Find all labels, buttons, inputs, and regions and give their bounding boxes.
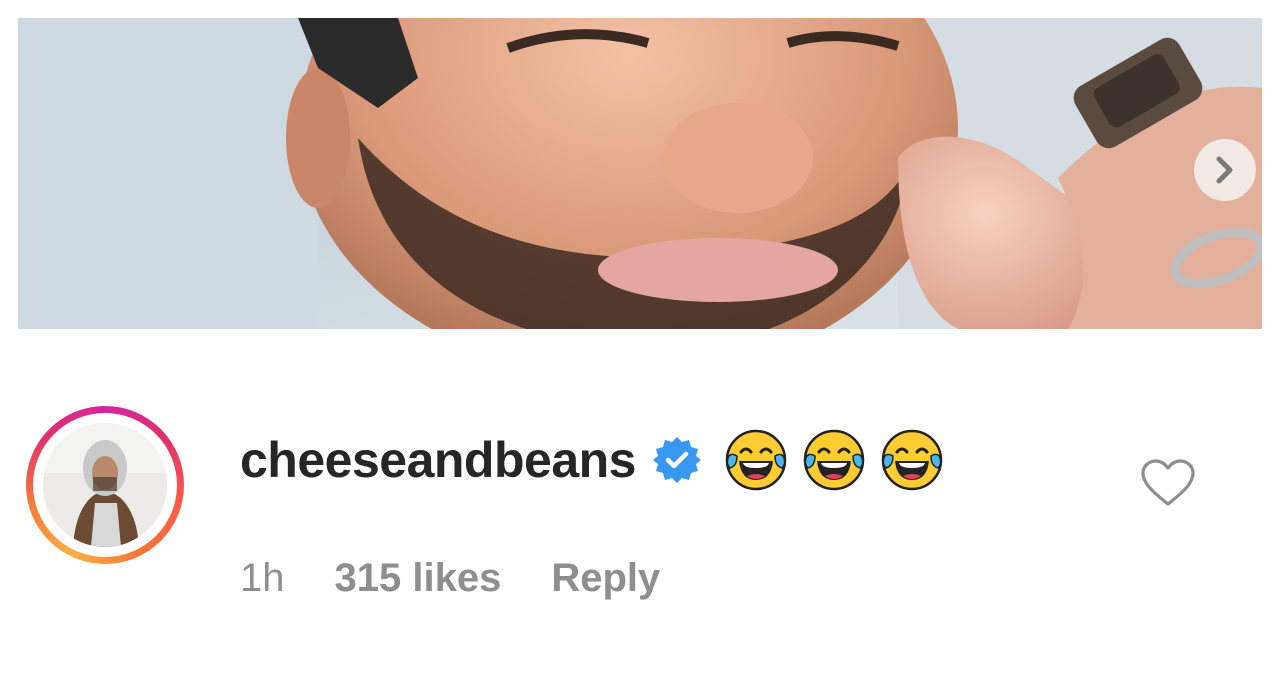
comment-meta: 1h 315 likes Reply [240,552,660,604]
comment-likes-count[interactable]: 315 likes [335,556,502,601]
reply-button[interactable]: Reply [551,556,660,601]
comment-header: cheeseandbeans [240,428,944,492]
comment-emojis [724,428,944,492]
tears-of-joy-emoji-icon [881,429,943,491]
comment-timestamp[interactable]: 1h [240,556,285,601]
carousel-next-button[interactable] [1194,139,1256,201]
username-link[interactable]: cheeseandbeans [240,431,636,489]
tears-of-joy-emoji-icon [725,429,787,491]
avatar [43,423,167,547]
like-comment-heart-icon[interactable] [1140,458,1196,508]
chevron-right-icon [1216,156,1233,184]
verified-badge-icon [652,437,701,483]
tears-of-joy-emoji-icon [803,429,865,491]
post-image[interactable] [18,18,1262,329]
avatar-story-ring[interactable] [26,406,184,564]
